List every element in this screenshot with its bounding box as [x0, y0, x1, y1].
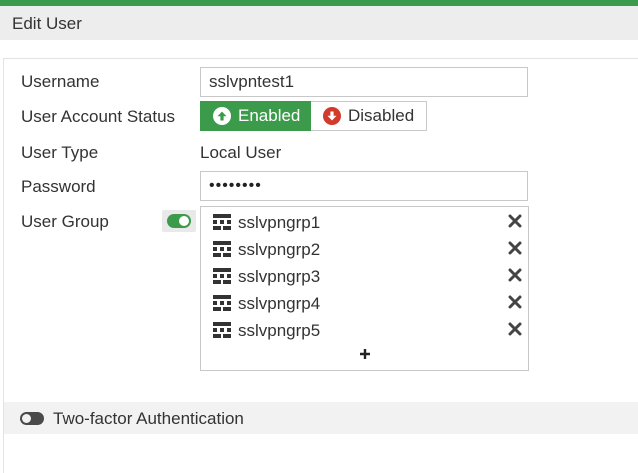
username-label: Username [21, 72, 100, 91]
account-status-label: User Account Status [21, 107, 176, 126]
user-type-value: Local User [200, 143, 282, 162]
user-group-toggle-container [162, 210, 196, 232]
account-status-toggle-group: Enabled Disabled [200, 101, 427, 131]
list-item: sslvpngrp2 [213, 238, 525, 262]
list-item: sslvpngrp4 [213, 292, 525, 316]
user-group-label: User Group [21, 212, 109, 231]
close-icon[interactable] [508, 241, 522, 255]
user-type-label: User Type [21, 143, 99, 162]
arrow-up-circle-icon [213, 107, 231, 125]
close-icon[interactable] [508, 268, 522, 282]
username-input[interactable] [200, 67, 528, 97]
group-name: sslvpngrp2 [238, 240, 321, 259]
arrow-down-circle-icon [323, 107, 341, 125]
user-group-icon [213, 322, 231, 338]
user-group-list: sslvpngrp1 sslvpngrp2 sslvpngrp3 sslvpng… [200, 206, 529, 371]
toggle-knob [22, 414, 31, 423]
group-name: sslvpngrp3 [238, 267, 321, 286]
page-title: Edit User [12, 14, 82, 33]
two-factor-section: Two-factor Authentication [4, 402, 638, 434]
close-icon[interactable] [508, 295, 522, 309]
group-name: sslvpngrp4 [238, 294, 321, 313]
close-icon[interactable] [508, 322, 522, 336]
list-item: sslvpngrp5 [213, 319, 525, 343]
disabled-button[interactable]: Disabled [311, 101, 427, 131]
user-group-icon [213, 295, 231, 311]
list-item: sslvpngrp3 [213, 265, 525, 289]
enabled-button[interactable]: Enabled [200, 101, 311, 131]
user-group-icon [213, 241, 231, 257]
enabled-label: Enabled [238, 106, 301, 125]
password-label: Password [21, 177, 96, 196]
group-name: sslvpngrp5 [238, 321, 321, 340]
two-factor-label: Two-factor Authentication [53, 409, 244, 428]
toggle-knob [179, 216, 189, 226]
list-item: sslvpngrp1 [213, 211, 525, 235]
user-group-toggle[interactable] [167, 214, 191, 228]
close-icon[interactable] [508, 214, 522, 228]
disabled-label: Disabled [348, 106, 415, 125]
plus-icon[interactable] [359, 348, 371, 360]
user-group-icon [213, 268, 231, 284]
user-group-icon [213, 214, 231, 230]
two-factor-toggle[interactable] [20, 412, 44, 425]
dialog-title-bar: Edit User [0, 6, 638, 40]
group-name: sslvpngrp1 [238, 213, 321, 232]
password-input[interactable] [200, 171, 528, 201]
